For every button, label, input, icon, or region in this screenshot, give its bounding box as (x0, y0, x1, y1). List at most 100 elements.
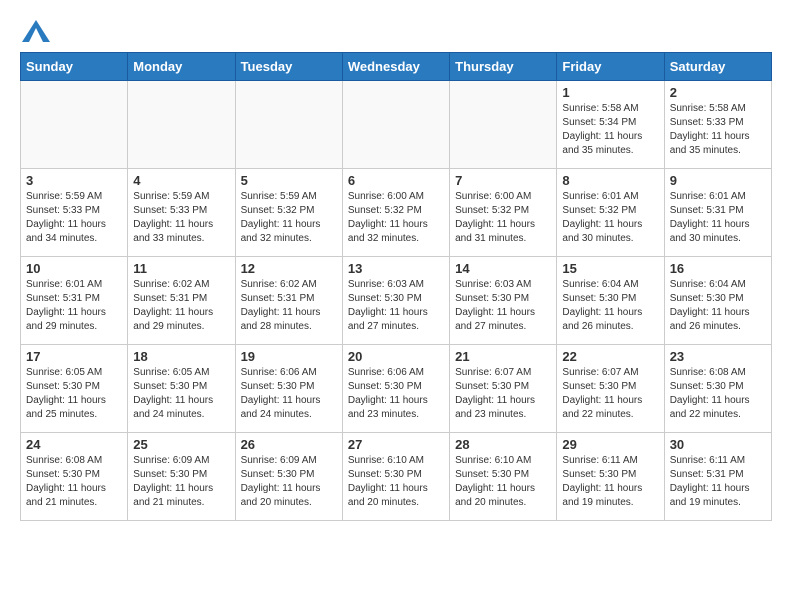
day-cell: 20 Sunrise: 6:06 AMSunset: 5:30 PMDayligh… (342, 345, 449, 433)
day-info: Sunrise: 6:00 AMSunset: 5:32 PMDaylight:… (348, 190, 444, 246)
day-number: 8 (562, 173, 658, 188)
day-cell: 11 Sunrise: 6:02 AMSunset: 5:31 PMDayligh… (128, 257, 235, 345)
day-cell: 6 Sunrise: 6:00 AMSunset: 5:32 PMDaylight… (342, 169, 449, 257)
day-info: Sunrise: 6:07 AMSunset: 5:30 PMDaylight:… (562, 366, 658, 422)
day-cell (450, 81, 557, 169)
logo (20, 20, 50, 42)
week-row-3: 10 Sunrise: 6:01 AMSunset: 5:31 PMDayligh… (21, 257, 772, 345)
day-info: Sunrise: 5:59 AMSunset: 5:33 PMDaylight:… (26, 190, 122, 246)
day-info: Sunrise: 5:59 AMSunset: 5:33 PMDaylight:… (133, 190, 229, 246)
day-info: Sunrise: 6:09 AMSunset: 5:30 PMDaylight:… (241, 454, 337, 510)
day-info: Sunrise: 5:58 AMSunset: 5:33 PMDaylight:… (670, 102, 766, 158)
logo-icon (22, 20, 50, 42)
day-number: 9 (670, 173, 766, 188)
day-number: 5 (241, 173, 337, 188)
day-number: 14 (455, 261, 551, 276)
day-info: Sunrise: 6:08 AMSunset: 5:30 PMDaylight:… (670, 366, 766, 422)
day-cell: 27 Sunrise: 6:10 AMSunset: 5:30 PMDayligh… (342, 433, 449, 521)
day-cell: 10 Sunrise: 6:01 AMSunset: 5:31 PMDayligh… (21, 257, 128, 345)
day-number: 25 (133, 437, 229, 452)
day-number: 4 (133, 173, 229, 188)
day-info: Sunrise: 6:10 AMSunset: 5:30 PMDaylight:… (348, 454, 444, 510)
day-info: Sunrise: 6:09 AMSunset: 5:30 PMDaylight:… (133, 454, 229, 510)
day-info: Sunrise: 6:01 AMSunset: 5:31 PMDaylight:… (26, 278, 122, 334)
day-number: 29 (562, 437, 658, 452)
day-number: 7 (455, 173, 551, 188)
day-cell: 7Sunrise: 6:00 AMSunset: 5:32 PMDaylight… (450, 169, 557, 257)
week-row-1: 1 Sunrise: 5:58 AMSunset: 5:34 PMDaylight… (21, 81, 772, 169)
weekday-saturday: Saturday (664, 53, 771, 81)
day-info: Sunrise: 6:11 AMSunset: 5:30 PMDaylight:… (562, 454, 658, 510)
day-cell: 22Sunrise: 6:07 AMSunset: 5:30 PMDayligh… (557, 345, 664, 433)
day-cell: 8 Sunrise: 6:01 AMSunset: 5:32 PMDaylight… (557, 169, 664, 257)
day-number: 13 (348, 261, 444, 276)
day-info: Sunrise: 6:06 AMSunset: 5:30 PMDaylight:… (241, 366, 337, 422)
day-info: Sunrise: 6:02 AMSunset: 5:31 PMDaylight:… (133, 278, 229, 334)
day-number: 20 (348, 349, 444, 364)
day-number: 27 (348, 437, 444, 452)
day-number: 11 (133, 261, 229, 276)
day-info: Sunrise: 6:05 AMSunset: 5:30 PMDaylight:… (26, 366, 122, 422)
day-number: 15 (562, 261, 658, 276)
day-number: 17 (26, 349, 122, 364)
day-number: 1 (562, 85, 658, 100)
day-number: 16 (670, 261, 766, 276)
day-info: Sunrise: 6:05 AMSunset: 5:30 PMDaylight:… (133, 366, 229, 422)
day-cell: 15 Sunrise: 6:04 AMSunset: 5:30 PMDayligh… (557, 257, 664, 345)
day-info: Sunrise: 6:08 AMSunset: 5:30 PMDaylight:… (26, 454, 122, 510)
day-info: Sunrise: 6:06 AMSunset: 5:30 PMDaylight:… (348, 366, 444, 422)
day-number: 3 (26, 173, 122, 188)
day-info: Sunrise: 6:01 AMSunset: 5:31 PMDaylight:… (670, 190, 766, 246)
day-cell: 4 Sunrise: 5:59 AMSunset: 5:33 PMDaylight… (128, 169, 235, 257)
day-cell: 28 Sunrise: 6:10 AMSunset: 5:30 PMDayligh… (450, 433, 557, 521)
day-number: 12 (241, 261, 337, 276)
day-cell: 12 Sunrise: 6:02 AMSunset: 5:31 PMDayligh… (235, 257, 342, 345)
day-info: Sunrise: 6:01 AMSunset: 5:32 PMDaylight:… (562, 190, 658, 246)
day-cell: 18 Sunrise: 6:05 AMSunset: 5:30 PMDayligh… (128, 345, 235, 433)
logo-text (20, 20, 50, 42)
week-row-4: 17 Sunrise: 6:05 AMSunset: 5:30 PMDayligh… (21, 345, 772, 433)
day-cell (21, 81, 128, 169)
day-info: Sunrise: 6:04 AMSunset: 5:30 PMDaylight:… (562, 278, 658, 334)
calendar: SundayMondayTuesdayWednesdayThursdayFrid… (20, 52, 772, 521)
day-cell: 2Sunrise: 5:58 AMSunset: 5:33 PMDaylight… (664, 81, 771, 169)
week-row-2: 3 Sunrise: 5:59 AMSunset: 5:33 PMDaylight… (21, 169, 772, 257)
weekday-tuesday: Tuesday (235, 53, 342, 81)
day-number: 10 (26, 261, 122, 276)
day-info: Sunrise: 6:03 AMSunset: 5:30 PMDaylight:… (455, 278, 551, 334)
day-number: 6 (348, 173, 444, 188)
day-number: 18 (133, 349, 229, 364)
day-cell: 13 Sunrise: 6:03 AMSunset: 5:30 PMDayligh… (342, 257, 449, 345)
day-cell: 5 Sunrise: 5:59 AMSunset: 5:32 PMDaylight… (235, 169, 342, 257)
day-cell: 29 Sunrise: 6:11 AMSunset: 5:30 PMDayligh… (557, 433, 664, 521)
day-info: Sunrise: 5:58 AMSunset: 5:34 PMDaylight:… (562, 102, 658, 158)
day-info: Sunrise: 6:03 AMSunset: 5:30 PMDaylight:… (348, 278, 444, 334)
day-cell: 21 Sunrise: 6:07 AMSunset: 5:30 PMDayligh… (450, 345, 557, 433)
weekday-header-row: SundayMondayTuesdayWednesdayThursdayFrid… (21, 53, 772, 81)
day-cell: 1 Sunrise: 5:58 AMSunset: 5:34 PMDaylight… (557, 81, 664, 169)
week-row-5: 24Sunrise: 6:08 AMSunset: 5:30 PMDayligh… (21, 433, 772, 521)
day-cell: 19Sunrise: 6:06 AMSunset: 5:30 PMDayligh… (235, 345, 342, 433)
day-info: Sunrise: 6:07 AMSunset: 5:30 PMDaylight:… (455, 366, 551, 422)
day-info: Sunrise: 6:04 AMSunset: 5:30 PMDaylight:… (670, 278, 766, 334)
day-cell (128, 81, 235, 169)
day-info: Sunrise: 5:59 AMSunset: 5:32 PMDaylight:… (241, 190, 337, 246)
day-cell: 24Sunrise: 6:08 AMSunset: 5:30 PMDayligh… (21, 433, 128, 521)
day-cell: 3 Sunrise: 5:59 AMSunset: 5:33 PMDaylight… (21, 169, 128, 257)
day-cell: 26 Sunrise: 6:09 AMSunset: 5:30 PMDayligh… (235, 433, 342, 521)
day-info: Sunrise: 6:11 AMSunset: 5:31 PMDaylight:… (670, 454, 766, 510)
day-info: Sunrise: 6:02 AMSunset: 5:31 PMDaylight:… (241, 278, 337, 334)
weekday-monday: Monday (128, 53, 235, 81)
weekday-sunday: Sunday (21, 53, 128, 81)
day-number: 21 (455, 349, 551, 364)
day-cell: 16 Sunrise: 6:04 AMSunset: 5:30 PMDayligh… (664, 257, 771, 345)
header (20, 20, 772, 42)
weekday-thursday: Thursday (450, 53, 557, 81)
day-cell: 14 Sunrise: 6:03 AMSunset: 5:30 PMDayligh… (450, 257, 557, 345)
day-info: Sunrise: 6:10 AMSunset: 5:30 PMDaylight:… (455, 454, 551, 510)
day-cell: 17 Sunrise: 6:05 AMSunset: 5:30 PMDayligh… (21, 345, 128, 433)
day-cell: 30Sunrise: 6:11 AMSunset: 5:31 PMDayligh… (664, 433, 771, 521)
day-number: 28 (455, 437, 551, 452)
day-cell: 9 Sunrise: 6:01 AMSunset: 5:31 PMDaylight… (664, 169, 771, 257)
day-number: 26 (241, 437, 337, 452)
